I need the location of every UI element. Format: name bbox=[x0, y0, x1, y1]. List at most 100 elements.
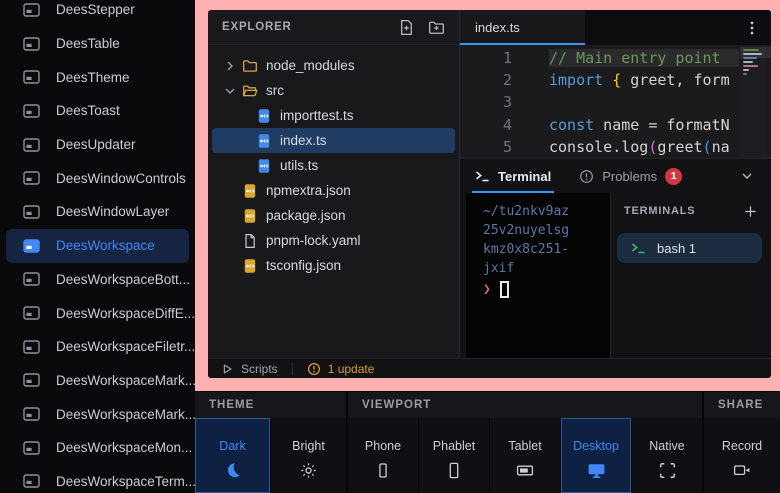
tree-item-label: pnpm-lock.yaml bbox=[266, 233, 361, 248]
button-label: Bright bbox=[292, 439, 325, 453]
page: DeesStepper DeesTableDeesThemeDeesToast De… bbox=[0, 0, 780, 493]
panel-collapse-icon[interactable] bbox=[739, 168, 755, 184]
sidebar-item-deesworkspacemark[interactable]: DeesWorkspaceMark... bbox=[6, 364, 189, 398]
button-label: Record bbox=[722, 439, 762, 453]
viewport-phablet-button[interactable]: Phablet bbox=[419, 418, 489, 493]
scripts-button[interactable]: Scripts bbox=[220, 362, 278, 376]
component-icon bbox=[23, 474, 40, 488]
button-label: Native bbox=[649, 439, 684, 453]
sidebar-item-label: DeesWindowLayer bbox=[56, 204, 169, 219]
sidebar-item-deestable[interactable]: DeesTable bbox=[6, 27, 189, 61]
code-token: na bbox=[712, 138, 730, 156]
chevron-right-icon bbox=[222, 58, 242, 74]
tree-item-label: importtest.ts bbox=[280, 108, 354, 123]
editor-tab-index-ts[interactable]: index.ts bbox=[460, 10, 585, 45]
terminal-icon bbox=[475, 169, 490, 183]
folder-open-icon bbox=[242, 83, 258, 99]
line-number: 2 bbox=[460, 71, 512, 89]
component-icon bbox=[23, 306, 40, 320]
component-list: DeesStepper DeesTableDeesThemeDeesToast De… bbox=[0, 0, 195, 493]
terminal-list: bash 1 bbox=[611, 233, 771, 263]
ts-file-icon bbox=[256, 158, 272, 174]
tree-item-index-ts[interactable]: index.ts bbox=[212, 128, 455, 153]
file-icon bbox=[242, 233, 258, 249]
json-file-icon bbox=[242, 183, 258, 199]
button-label: Desktop bbox=[573, 439, 619, 453]
sidebar-item-deesworkspacebott[interactable]: DeesWorkspaceBott... bbox=[6, 263, 189, 297]
sidebar-item-deesworkspacediffe[interactable]: DeesWorkspaceDiffE... bbox=[6, 296, 189, 330]
sidebar-item-label: DeesUpdater bbox=[56, 137, 136, 152]
panel-tab-label: Terminal bbox=[498, 169, 551, 184]
sidebar-item-deesworkspacefiletr[interactable]: DeesWorkspaceFiletr... bbox=[6, 330, 189, 364]
terminal-icon bbox=[631, 241, 646, 255]
tree-item-npmextra-json[interactable]: npmextra.json bbox=[212, 178, 455, 203]
button-label: Tablet bbox=[508, 439, 541, 453]
code-line-2: 2import { greet, form bbox=[460, 69, 771, 91]
code-token: ( bbox=[703, 138, 712, 156]
minimap[interactable] bbox=[740, 45, 766, 158]
viewport-desktop-button[interactable]: Desktop bbox=[561, 418, 631, 493]
toolbar-section-viewport: VIEWPORTPhonePhabletTabletDesktopNative bbox=[348, 392, 702, 493]
panel-body: ~/tu2nkv9az25v2nuyelsgkmz0x8c251-jxif ❯ … bbox=[460, 193, 771, 358]
sidebar-item-deesworkspacemark[interactable]: DeesWorkspaceMark... bbox=[6, 397, 189, 431]
sidebar-item-deesworkspace[interactable]: DeesWorkspace bbox=[6, 229, 189, 263]
button-label: Dark bbox=[219, 439, 245, 453]
sidebar-item-deesstepper[interactable]: DeesStepper bbox=[6, 0, 189, 27]
code-token: name = formatN bbox=[594, 116, 729, 134]
tree-item-node-modules[interactable]: node_modules bbox=[212, 53, 455, 78]
tree-item-package-json[interactable]: package.json bbox=[212, 203, 455, 228]
panel-tab-problems[interactable]: Problems1 bbox=[579, 159, 682, 193]
sidebar-item-label: DeesStepper bbox=[56, 2, 135, 17]
terminal-output-area[interactable]: ~/tu2nkv9az25v2nuyelsgkmz0x8c251-jxif ❯ bbox=[466, 193, 610, 358]
share-record-button[interactable]: Record bbox=[704, 418, 780, 493]
tree-item-importtest-ts[interactable]: importtest.ts bbox=[212, 103, 455, 128]
sidebar-item-label: DeesWindowControls bbox=[56, 171, 186, 186]
tree-item-utils-ts[interactable]: utils.ts bbox=[212, 153, 455, 178]
new-file-icon[interactable] bbox=[398, 19, 415, 36]
add-terminal-icon[interactable] bbox=[743, 204, 758, 219]
component-icon bbox=[23, 171, 40, 185]
tree-item-src[interactable]: src bbox=[212, 78, 455, 103]
sidebar-item-deesworkspacemon[interactable]: DeesWorkspaceMon... bbox=[6, 431, 189, 465]
new-folder-icon[interactable] bbox=[428, 19, 445, 36]
component-icon bbox=[23, 373, 40, 387]
code-editor[interactable]: 1// Main entry point2import { greet, for… bbox=[460, 45, 771, 158]
theme-dark-button[interactable]: Dark bbox=[195, 418, 270, 493]
viewport-phone-button[interactable]: Phone bbox=[348, 418, 418, 493]
terminal-session-bash-1[interactable]: bash 1 bbox=[617, 233, 762, 263]
tablet-icon bbox=[516, 461, 534, 479]
explorer-panel: EXPLORER node_modulessrc importtest.ts ind… bbox=[208, 10, 460, 358]
sidebar-item-deeswindowcontrols[interactable]: DeesWindowControls bbox=[6, 161, 189, 195]
sidebar-item-deestoast[interactable]: DeesToast bbox=[6, 94, 189, 128]
tree-item-pnpm-lock-yaml[interactable]: pnpm-lock.yaml bbox=[212, 228, 455, 253]
sidebar-item-deesupdater[interactable]: DeesUpdater bbox=[6, 128, 189, 162]
terminals-panel: TERMINALS bash 1 bbox=[610, 193, 771, 358]
tree-item-label: node_modules bbox=[266, 58, 355, 73]
code-token: const bbox=[549, 116, 594, 134]
panel-tab-label: Problems bbox=[602, 169, 657, 184]
code-token: console.log bbox=[549, 138, 648, 156]
viewport-native-button[interactable]: Native bbox=[632, 418, 702, 493]
sidebar-item-deeswindowlayer[interactable]: DeesWindowLayer bbox=[6, 195, 189, 229]
sidebar-item-deestheme[interactable]: DeesTheme bbox=[6, 60, 189, 94]
line-number: 3 bbox=[460, 93, 512, 111]
tree-item-tsconfig-json[interactable]: tsconfig.json bbox=[212, 253, 455, 278]
prompt-char: ❯ bbox=[483, 280, 491, 299]
update-button[interactable]: 1 update bbox=[307, 362, 375, 376]
panel-tab-terminal[interactable]: Terminal bbox=[475, 159, 551, 193]
desktop-icon bbox=[587, 461, 606, 479]
explorer-header: EXPLORER bbox=[208, 10, 459, 45]
section-title: SHARE bbox=[704, 392, 780, 418]
component-icon bbox=[23, 407, 40, 421]
folder-icon bbox=[242, 58, 258, 74]
tree-item-label: tsconfig.json bbox=[266, 258, 341, 273]
json-file-icon bbox=[242, 208, 258, 224]
theme-bright-button[interactable]: Bright bbox=[271, 418, 346, 493]
line-number: 5 bbox=[460, 138, 512, 156]
play-icon bbox=[220, 362, 234, 376]
sidebar-item-deesworkspaceterm[interactable]: DeesWorkspaceTerm... bbox=[6, 465, 189, 493]
code-text: // Main entry point bbox=[549, 49, 739, 67]
viewport-tablet-button[interactable]: Tablet bbox=[490, 418, 560, 493]
code-token bbox=[603, 71, 612, 89]
kebab-menu-icon[interactable] bbox=[745, 19, 759, 37]
